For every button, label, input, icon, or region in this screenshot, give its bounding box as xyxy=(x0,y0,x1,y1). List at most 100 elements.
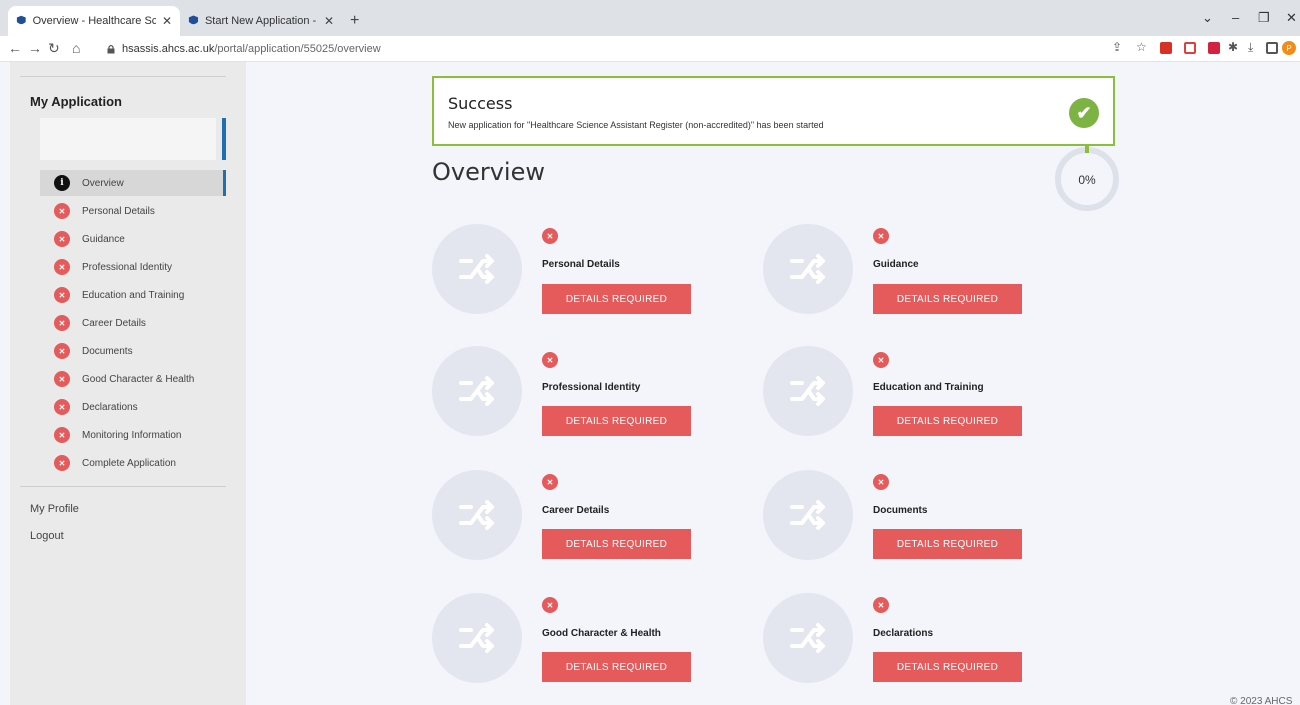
tab-title: Overview - Healthcare Science Ac xyxy=(32,15,156,27)
sidebar-item-label: Monitoring Information xyxy=(82,429,182,441)
sidebar-item-label: Declarations xyxy=(82,401,138,413)
error-icon: ✕ xyxy=(873,597,889,613)
side-panel-icon[interactable] xyxy=(1266,42,1278,54)
card-title: Guidance xyxy=(873,259,919,270)
card-title: Education and Training xyxy=(873,382,984,393)
card-title: Declarations xyxy=(873,628,934,639)
sidebar-item-documents[interactable]: ✕ Documents xyxy=(40,338,226,364)
pdf-extension-icon[interactable] xyxy=(1160,42,1172,54)
sidebar-item-label: Overview xyxy=(82,177,124,189)
browser-tab-overview[interactable]: Overview - Healthcare Science Ac ✕ xyxy=(8,6,180,36)
close-window-icon[interactable]: ✕ xyxy=(1286,10,1297,26)
sidebar-item-good-character-health[interactable]: ✕ Good Character & Health xyxy=(40,366,226,392)
browser-tabstrip: Overview - Healthcare Science Ac ✕ Start… xyxy=(0,0,1300,36)
card-title: Professional Identity xyxy=(542,382,641,393)
reload-icon[interactable]: ↻ xyxy=(48,40,60,57)
error-icon: ✕ xyxy=(54,315,70,331)
browser-tab-start-application[interactable]: Start New Application - Applicat ✕ xyxy=(180,6,342,36)
url-domain: hsassis.ahcs.ac.uk xyxy=(122,43,215,55)
shuffle-icon xyxy=(432,470,522,560)
application-summary-box xyxy=(40,118,216,160)
sidebar-item-personal-details[interactable]: ✕ Personal Details xyxy=(40,198,226,224)
error-icon: ✕ xyxy=(873,352,889,368)
card-title: Personal Details xyxy=(542,259,620,270)
close-tab-icon[interactable]: ✕ xyxy=(324,14,334,28)
sidebar-item-label: Guidance xyxy=(82,233,125,245)
close-tab-icon[interactable]: ✕ xyxy=(162,14,172,28)
shuffle-icon xyxy=(763,346,853,436)
my-profile-link[interactable]: My Profile xyxy=(30,503,79,515)
download-icon[interactable]: ⤓ xyxy=(1248,40,1253,55)
application-summary-accent xyxy=(222,118,226,160)
browser-toolbar: ← → ↻ ⌂ hsassis.ahcs.ac.uk/portal/applic… xyxy=(0,36,1300,62)
new-tab-button[interactable]: + xyxy=(350,12,359,30)
sidebar-item-monitoring-information[interactable]: ✕ Monitoring Information xyxy=(40,422,226,448)
url-path: /portal/application/55025/overview xyxy=(214,43,381,55)
error-icon: ✕ xyxy=(54,371,70,387)
extension-icon[interactable] xyxy=(1184,42,1196,54)
details-required-button[interactable]: DETAILS REQUIRED xyxy=(542,529,691,559)
address-bar[interactable]: hsassis.ahcs.ac.uk/portal/application/55… xyxy=(106,39,1106,59)
back-icon[interactable]: ← xyxy=(8,40,22,56)
sidebar-item-label: Education and Training xyxy=(82,289,185,301)
lock-icon xyxy=(107,44,115,54)
footer-copyright: © 2023 AHCS xyxy=(1230,696,1293,705)
sidebar-divider xyxy=(20,76,226,77)
alert-title: Success xyxy=(448,94,513,113)
card-title: Career Details xyxy=(542,505,610,516)
error-icon: ✕ xyxy=(54,203,70,219)
error-icon: ✕ xyxy=(873,474,889,490)
shuffle-icon xyxy=(432,224,522,314)
sidebar-item-label: Personal Details xyxy=(82,205,155,217)
pocket-icon[interactable] xyxy=(1208,42,1220,54)
sidebar-title: My Application xyxy=(30,94,122,109)
details-required-button[interactable]: DETAILS REQUIRED xyxy=(873,284,1022,314)
tab-search-icon[interactable]: ⌄ xyxy=(1202,10,1213,26)
sidebar-item-label: Good Character & Health xyxy=(82,373,195,385)
details-required-button[interactable]: DETAILS REQUIRED xyxy=(873,406,1022,436)
error-icon: ✕ xyxy=(54,455,70,471)
error-icon: ✕ xyxy=(54,343,70,359)
progress-label: 0% xyxy=(1078,173,1096,187)
sidebar-item-career-details[interactable]: ✕ Career Details xyxy=(40,310,226,336)
error-icon: ✕ xyxy=(542,352,558,368)
tab-title: Start New Application - Applicat xyxy=(204,15,318,27)
bookmark-star-icon[interactable]: ☆ xyxy=(1136,40,1147,54)
alert-message: New application for "Healthcare Science … xyxy=(448,120,824,130)
error-icon: ✕ xyxy=(54,259,70,275)
sidebar-item-guidance[interactable]: ✕ Guidance xyxy=(40,226,226,252)
error-icon: ✕ xyxy=(873,228,889,244)
shuffle-icon xyxy=(432,346,522,436)
sidebar-divider xyxy=(20,486,226,487)
card-title: Good Character & Health xyxy=(542,628,661,639)
shuffle-icon xyxy=(763,470,853,560)
sidebar-item-overview[interactable]: i Overview xyxy=(40,170,226,196)
error-icon: ✕ xyxy=(542,597,558,613)
shuffle-icon xyxy=(763,593,853,683)
forward-icon[interactable]: → xyxy=(28,40,42,56)
details-required-button[interactable]: DETAILS REQUIRED xyxy=(873,652,1022,682)
error-icon: ✕ xyxy=(54,231,70,247)
sidebar-item-declarations[interactable]: ✕ Declarations xyxy=(40,394,226,420)
sidebar-item-education-and-training[interactable]: ✕ Education and Training xyxy=(40,282,226,308)
minimize-icon[interactable]: – xyxy=(1232,10,1239,25)
details-required-button[interactable]: DETAILS REQUIRED xyxy=(542,406,691,436)
details-required-button[interactable]: DETAILS REQUIRED xyxy=(873,529,1022,559)
success-alert: Success New application for "Healthcare … xyxy=(432,76,1115,146)
sidebar-item-label: Documents xyxy=(82,345,133,357)
home-icon[interactable]: ⌂ xyxy=(72,40,80,56)
sidebar-item-label: Professional Identity xyxy=(82,261,173,273)
sidebar-item-professional-identity[interactable]: ✕ Professional Identity xyxy=(40,254,226,280)
restore-icon[interactable]: ❐ xyxy=(1258,10,1270,26)
details-required-button[interactable]: DETAILS REQUIRED xyxy=(542,652,691,682)
info-icon: i xyxy=(54,175,70,191)
error-icon: ✕ xyxy=(542,474,558,490)
details-required-button[interactable]: DETAILS REQUIRED xyxy=(542,284,691,314)
profile-avatar[interactable]: P xyxy=(1282,41,1296,55)
extensions-puzzle-icon[interactable]: ✱ xyxy=(1228,40,1238,54)
share-icon[interactable]: ⇪ xyxy=(1112,40,1122,54)
error-icon: ✕ xyxy=(54,287,70,303)
sidebar-item-complete-application[interactable]: ✕ Complete Application xyxy=(40,450,226,476)
logout-link[interactable]: Logout xyxy=(30,530,64,542)
shuffle-icon xyxy=(763,224,853,314)
